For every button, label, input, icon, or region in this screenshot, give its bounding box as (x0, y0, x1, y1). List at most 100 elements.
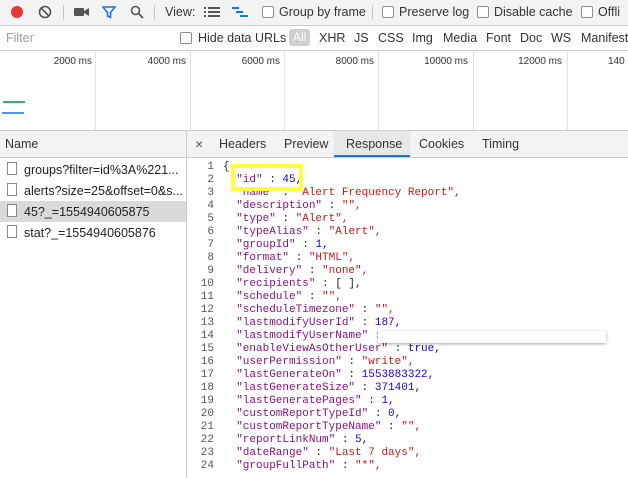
id-field-highlight (231, 164, 303, 191)
code-text: "reportLinkNum" : 5, (223, 434, 369, 446)
line-number: 13 (200, 317, 214, 329)
record-icon[interactable] (9, 4, 25, 20)
filter-type-font[interactable]: Font (486, 31, 511, 45)
filter-type-doc[interactable]: Doc (520, 31, 542, 45)
code-text: "customReportTypeName" : "", (223, 421, 422, 433)
large-request-rows-icon[interactable] (204, 4, 220, 20)
filter-type-manifest[interactable]: Manifest (581, 31, 628, 45)
line-number: 23 (200, 447, 214, 459)
code-text: "type" : "Alert", (223, 213, 349, 225)
hide-data-urls-checkbox[interactable] (180, 32, 192, 44)
code-text: "dateRange" : "Last 7 days", (223, 447, 422, 459)
request-row[interactable]: groups?filter=id%3A%221... (0, 159, 186, 180)
tab-timing[interactable]: Timing (482, 137, 519, 151)
line-number: 16 (200, 356, 214, 368)
line-number: 17 (200, 369, 214, 381)
toolbar-divider (154, 5, 155, 20)
request-name: 45?_=1554940605875 (24, 205, 150, 219)
group-by-frame-label: Group by frame (279, 5, 366, 19)
filter-type-img[interactable]: Img (412, 31, 433, 45)
group-by-frame-checkbox[interactable] (262, 6, 274, 18)
code-text: "enableViewAsOtherUser" : true, (223, 343, 441, 355)
name-column-label: Name (5, 137, 39, 151)
filter-type-xhr[interactable]: XHR (319, 31, 345, 45)
search-icon[interactable] (129, 4, 145, 20)
tab-response[interactable]: Response (346, 137, 402, 151)
redaction-overlay (378, 331, 606, 343)
timeline-gridline (473, 51, 474, 130)
request-row[interactable]: stat?_=1554940605876 (0, 222, 186, 243)
document-icon (7, 225, 17, 238)
code-text: "format" : "HTML", (223, 252, 356, 264)
line-number: 8 (207, 252, 214, 264)
filter-type-ws[interactable]: WS (551, 31, 571, 45)
code-text: "typeAlias" : "Alert", (223, 226, 382, 238)
code-text: "userPermission" : "write", (223, 356, 415, 368)
preserve-log-checkbox[interactable] (382, 6, 394, 18)
filter-type-media[interactable]: Media (443, 31, 477, 45)
filter-type-css[interactable]: CSS (378, 31, 404, 45)
request-row[interactable]: alerts?size=25&offset=0&s... (0, 180, 186, 201)
offline-label: Offli (598, 5, 620, 19)
line-number: 4 (207, 200, 214, 212)
document-icon (7, 204, 17, 217)
line-number: 18 (200, 382, 214, 394)
timeline-tick-label: 6000 ms (241, 56, 280, 67)
tab-headers[interactable]: Headers (219, 137, 266, 151)
filter-input[interactable] (2, 29, 175, 46)
timeline-tick-label: 8000 ms (335, 56, 374, 67)
offline-checkbox[interactable] (581, 6, 593, 18)
line-number: 22 (200, 434, 214, 446)
code-text: "customReportTypeId" : 0, (223, 408, 402, 420)
code-text: "schedule" : "", (223, 291, 342, 303)
line-number: 24 (200, 460, 214, 472)
timeline-gridline (190, 51, 191, 130)
request-name: groups?filter=id%3A%221... (24, 163, 179, 177)
request-row-selected[interactable]: 45?_=1554940605875 (0, 201, 186, 222)
filter-type-all[interactable]: All (289, 29, 311, 46)
code-text: "lastmodifyUserId" : 187, (223, 317, 402, 329)
line-number: 19 (200, 395, 214, 407)
line-number: 14 (200, 330, 214, 342)
tab-cookies[interactable]: Cookies (419, 137, 464, 151)
name-column-header[interactable]: Name (0, 131, 186, 158)
disable-cache-checkbox[interactable] (477, 6, 489, 18)
tab-preview[interactable]: Preview (284, 137, 328, 151)
timeline-gridline (95, 51, 96, 130)
capture-screenshots-icon[interactable] (74, 4, 90, 20)
code-text: "lastGenerateSize" : 371401, (223, 382, 422, 394)
line-number: 3 (207, 187, 214, 199)
line-number: 5 (207, 213, 214, 225)
timeline-tick-label: 4000 ms (147, 56, 186, 67)
disable-cache-label: Disable cache (494, 5, 573, 19)
request-name: stat?_=1554940605876 (24, 226, 156, 240)
code-text: "lastGenerateOn" : 1553883322, (223, 369, 435, 381)
code-text: "scheduleTimezone" : "", (223, 304, 395, 316)
code-text: "lastGeneratePages" : 1, (223, 395, 395, 407)
line-number: 21 (200, 421, 214, 433)
clear-icon[interactable] (37, 4, 53, 20)
timeline-tick-label: 10000 ms (424, 56, 468, 67)
view-label: View: (165, 5, 196, 19)
code-text: "groupFullPath" : "*", (223, 460, 382, 472)
line-number: 15 (200, 343, 214, 355)
timeline-overview[interactable]: 2000 ms 4000 ms 6000 ms 8000 ms 10000 ms… (0, 51, 628, 131)
timeline-tick-label: 2000 ms (53, 56, 92, 67)
close-icon[interactable]: × (195, 136, 203, 152)
code-text: { (223, 161, 230, 173)
preserve-log-label: Preserve log (399, 5, 470, 19)
response-body[interactable]: 1{2 "id" : 45, 3 "name" : "Alert Frequenc… (187, 161, 628, 478)
line-number: 10 (200, 278, 214, 290)
request-name: alerts?size=25&offset=0&s... (24, 184, 182, 198)
line-number: 12 (200, 304, 214, 316)
detail-tabs: × Headers Preview Response Cookies Timin… (187, 131, 628, 158)
timeline-request-bar (2, 112, 24, 114)
filter-icon[interactable] (101, 4, 117, 20)
timeline-gridline (567, 51, 568, 130)
code-text: "delivery" : "none", (223, 265, 369, 277)
filter-type-js[interactable]: JS (354, 31, 369, 45)
network-toolbar: View: Group by frame Preserve log Disabl… (0, 0, 628, 26)
line-number: 6 (207, 226, 214, 238)
timeline-gridline (284, 51, 285, 130)
waterfall-overview-icon[interactable] (232, 4, 248, 20)
